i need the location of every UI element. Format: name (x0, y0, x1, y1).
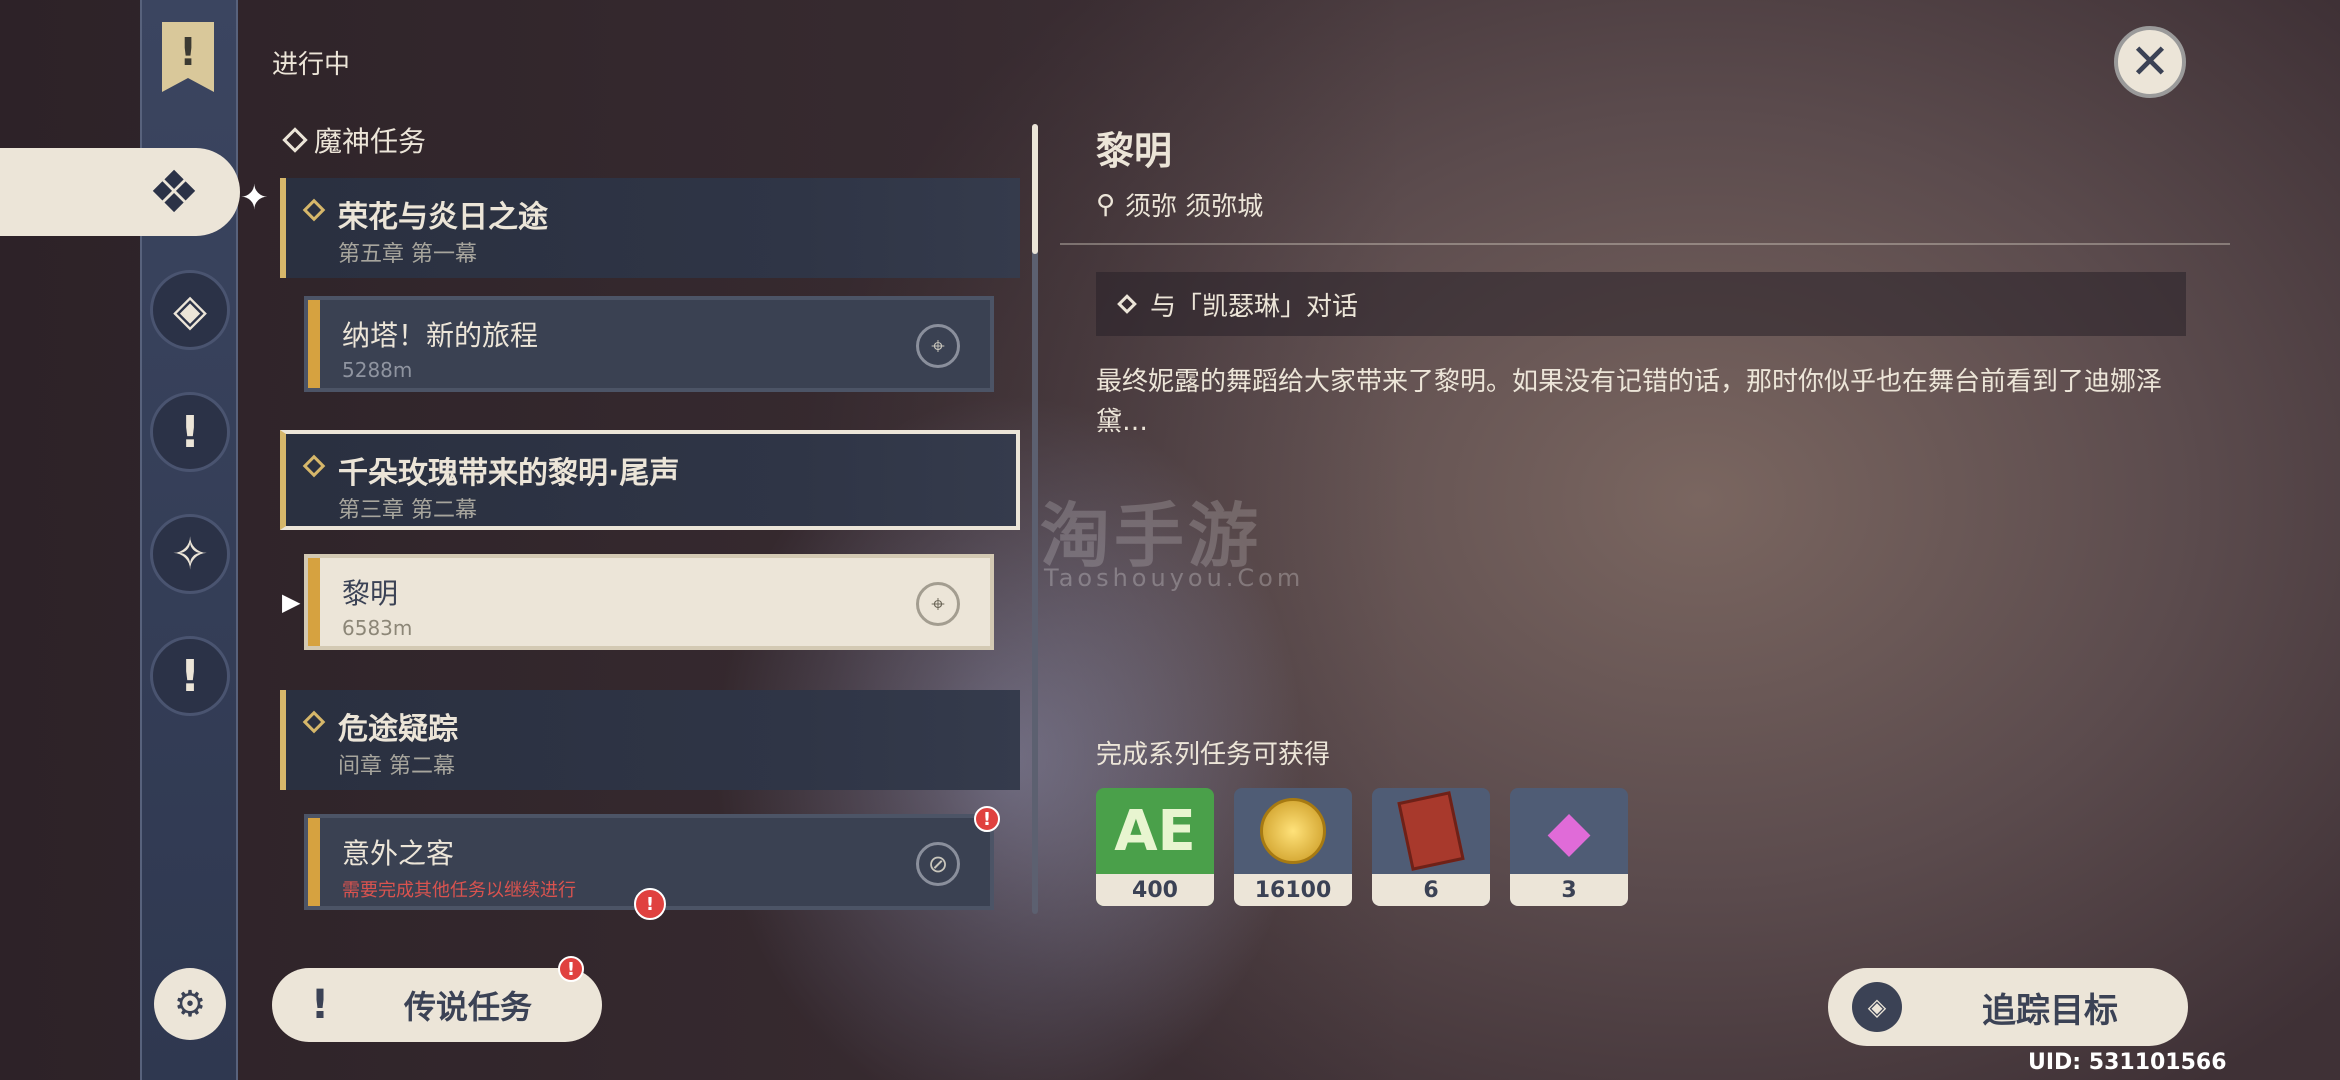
player-uid: UID: 531101566 (2028, 1050, 2227, 1075)
alert-badge-icon: ! (974, 806, 1000, 832)
quest-item-bar (308, 818, 320, 906)
reward-item-crystal[interactable]: ◆ 3 (1510, 788, 1628, 906)
reward-count: 400 (1096, 874, 1214, 906)
commission-quest-icon: ! (179, 650, 201, 702)
quest-item-title: 意外之客 (342, 837, 455, 870)
world-quest-icon: ! (179, 406, 201, 458)
reward-item-adventure-exp[interactable]: AE 400 (1096, 788, 1214, 906)
quest-item-title: 纳塔！新的旅程 (342, 319, 539, 352)
reward-count: 6 (1372, 874, 1490, 906)
in-progress-label: 进行中 (272, 50, 351, 80)
quest-group-chapter: 间章 第二幕 (338, 754, 455, 779)
quest-item-2[interactable]: 黎明 6583m ⌖ (304, 554, 994, 650)
selected-sparkle-icon: ✦ (240, 178, 269, 218)
objective-diamond-icon (1117, 294, 1137, 314)
close-button[interactable]: ✕ (2114, 26, 2186, 98)
legend-quest-button[interactable]: ! 传说任务 (272, 968, 602, 1042)
quest-group-3[interactable]: 危途疑踪 间章 第二幕 (280, 690, 1020, 790)
quest-group-title: 荣花与炎日之途 (338, 200, 548, 235)
sidebar-tab-event[interactable]: ✧ (150, 514, 230, 594)
category-title: 魔神任务 (314, 125, 427, 158)
quest-group-title: 千朵玫瑰带来的黎明·尾声 (338, 456, 680, 491)
quest-group-chapter: 第五章 第一幕 (338, 242, 477, 267)
quest-diamond-icon (302, 198, 326, 222)
quest-diamond-icon (302, 710, 326, 734)
quest-detail-title: 黎明 (1096, 129, 1173, 173)
quest-settings-button[interactable]: ⚙ (154, 968, 226, 1040)
quest-location-text: 须弥 须弥城 (1125, 192, 1264, 222)
quest-item-bar (308, 558, 320, 646)
sidebar-tab-world[interactable]: ! (150, 392, 230, 472)
quest-blocked-note: 需要完成其他任务以继续进行 (342, 880, 576, 901)
quest-description: 最终妮露的舞蹈给大家带来了黎明。如果没有记错的话，那时你似乎也在舞台前看到了迪娜… (1096, 367, 2163, 437)
mora-icon (1234, 788, 1352, 874)
quest-item-title: 黎明 (342, 577, 399, 610)
archon-diamond-icon (282, 127, 308, 153)
legend-quest-label: 传说任务 (404, 988, 533, 1026)
sidebar-tab-archon[interactable]: ❖ (0, 148, 240, 236)
event-quest-icon: ✧ (171, 528, 209, 580)
quest-list-scroll-thumb[interactable] (1032, 124, 1038, 254)
watermark-url: Taoshouyou.Com (1044, 564, 1305, 592)
sidebar-tab-commission[interactable]: ! (150, 636, 230, 716)
quest-item-distance: 5288m (342, 358, 413, 382)
navigate-pin-icon[interactable]: ⌖ (916, 582, 960, 626)
quest-item-1[interactable]: 纳塔！新的旅程 5288m ⌖ (304, 296, 994, 392)
quest-item-bar (308, 300, 320, 388)
close-icon: ✕ (2129, 34, 2171, 90)
selected-pointer-icon: ▶ (282, 588, 301, 616)
track-objective-label: 追踪目标 (1982, 990, 2118, 1031)
navigate-pin-icon[interactable]: ⌖ (916, 324, 960, 368)
track-icon: ◈ (1852, 982, 1902, 1032)
story-quest-icon: ◈ (173, 284, 207, 336)
settings-icon: ⚙ (173, 983, 207, 1025)
detail-divider (1060, 243, 2230, 245)
blocked-icon: ⊘ (916, 842, 960, 886)
alert-badge-icon: ! (558, 956, 584, 982)
reward-item-book[interactable]: 6 (1372, 788, 1490, 906)
quest-group-1[interactable]: 荣花与炎日之途 第五章 第一幕 (280, 178, 1020, 278)
category-header: 魔神任务 (282, 120, 427, 160)
adventure-exp-icon: AE (1114, 798, 1196, 864)
quest-diamond-icon (302, 454, 326, 478)
quest-objective-text: 与「凯瑟琳」对话 (1150, 291, 1359, 322)
sidebar-tab-story[interactable]: ◈ (150, 270, 230, 350)
quest-item-distance: 6583m (342, 616, 413, 640)
reward-list: AE 400 16100 6 ◆ 3 (1096, 788, 1628, 906)
reward-count: 16100 (1234, 874, 1352, 906)
reward-item-mora[interactable]: 16100 (1234, 788, 1352, 906)
alert-badge-icon: ! (634, 888, 666, 920)
reward-label: 完成系列任务可获得 (1096, 740, 1331, 770)
book-icon (1372, 788, 1490, 874)
crystal-icon: ◆ (1547, 798, 1591, 864)
reward-count: 3 (1510, 874, 1628, 906)
quest-group-title: 危途疑踪 (338, 712, 458, 747)
quest-group-2[interactable]: 千朵玫瑰带来的黎明·尾声 第三章 第二幕 (280, 430, 1020, 530)
track-objective-button[interactable]: ◈ 追踪目标 (1828, 968, 2188, 1046)
archon-quest-icon: ❖ (148, 158, 200, 226)
location-pin-icon: ⚲ (1096, 189, 1116, 220)
quest-objective: 与「凯瑟琳」对话 (1096, 272, 2186, 336)
legend-quest-icon: ! (310, 982, 330, 1028)
quest-group-chapter: 第三章 第二幕 (338, 498, 477, 523)
quest-location: ⚲ 须弥 须弥城 (1096, 186, 1263, 223)
